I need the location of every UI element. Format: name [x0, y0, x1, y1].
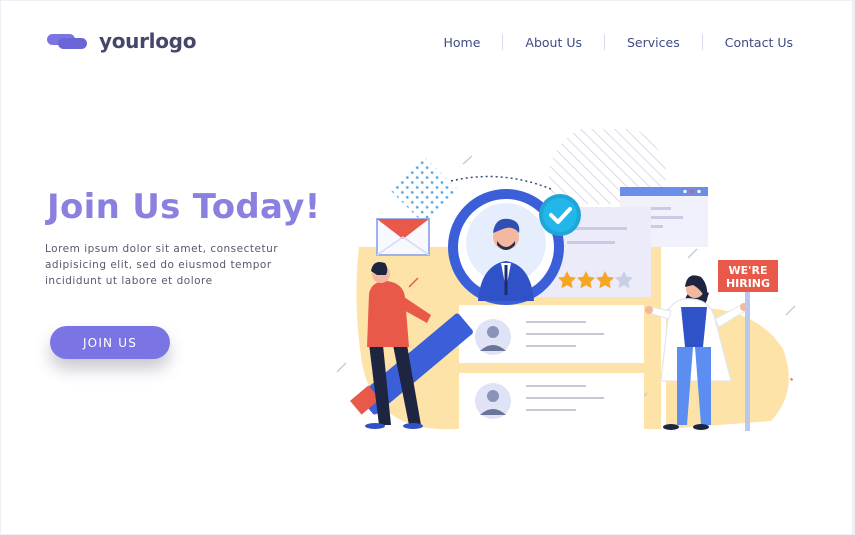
hiring-illustration: WE'RE HIRING: [336, 129, 796, 431]
nav-about-link[interactable]: About Us: [503, 35, 604, 50]
page: yourlogo Home About Us Services Contact …: [0, 0, 855, 535]
hero-description-line: incididunt ut labore et dolore: [45, 275, 213, 287]
check-badge-icon: [539, 194, 581, 236]
hero-description-line: Lorem ipsum dolor sit amet, consectetur: [45, 243, 279, 255]
main-nav: Home About Us Services Contact Us: [421, 34, 793, 50]
hero-description: Lorem ipsum dolor sit amet, consectetur …: [45, 241, 295, 289]
nav-home-link[interactable]: Home: [421, 35, 502, 50]
envelope-icon: [376, 218, 430, 256]
hiring-sign-line: WE'RE: [729, 264, 768, 277]
hero-description-line: adipisicing elit, sed do eiusmod tempor: [45, 259, 272, 271]
hiring-sign-line: HIRING: [726, 277, 770, 290]
logo-text: yourlogo: [99, 29, 197, 53]
hero-title: Join Us Today!: [47, 187, 321, 227]
cloud-logo-icon: [47, 32, 87, 50]
candidate-card: [459, 305, 644, 363]
nav-contact-link[interactable]: Contact Us: [703, 35, 793, 50]
candidate-card: [459, 373, 644, 429]
nav-services-link[interactable]: Services: [605, 35, 702, 50]
logo[interactable]: yourlogo: [47, 29, 196, 53]
join-us-button[interactable]: JOIN US: [50, 326, 170, 359]
